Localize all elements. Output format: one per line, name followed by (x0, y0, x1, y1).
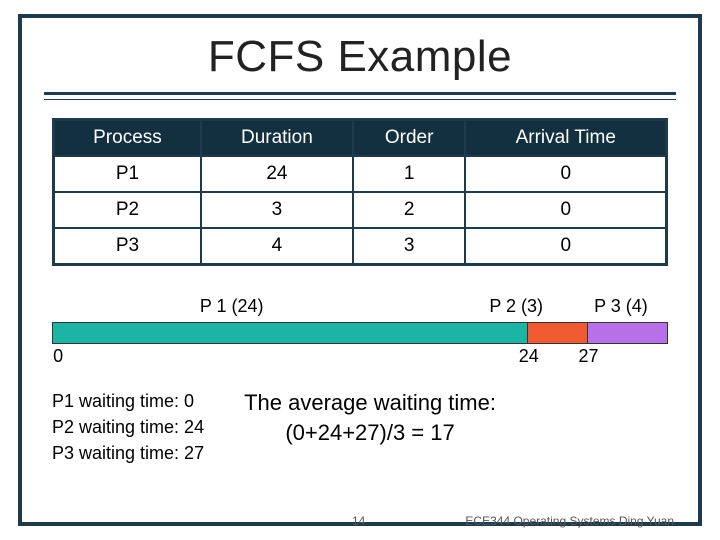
slide-frame: FCFS Example Process Duration Order Arri… (18, 14, 702, 526)
gantt-ticks: 0 24 27 (52, 346, 668, 370)
gantt-seg-p1 (53, 323, 528, 343)
waiting-times-list: P1 waiting time: 0 P2 waiting time: 24 P… (52, 388, 204, 466)
avg-waiting-time: The average waiting time: (0+24+27)/3 = … (244, 388, 496, 447)
tick-27: 27 (579, 346, 599, 367)
divider-thick (44, 92, 676, 95)
cell-process: P3 (54, 228, 201, 265)
wait-p3: P3 waiting time: 27 (52, 440, 204, 466)
tick-0: 0 (53, 346, 63, 367)
process-table: Process Duration Order Arrival Time P1 2… (52, 118, 668, 266)
table-row: P1 24 1 0 (54, 156, 667, 192)
gantt-chart: P 1 (24) P 2 (3) P 3 (4) 0 24 27 (52, 296, 668, 370)
gantt-label-p1: P 1 (24) (200, 296, 264, 317)
gantt-label-p3: P 3 (4) (594, 296, 648, 317)
table-row: P2 3 2 0 (54, 192, 667, 228)
cell-arrival: 0 (465, 228, 666, 265)
cell-order: 3 (353, 228, 466, 265)
cell-duration: 24 (201, 156, 353, 192)
table-row: P3 4 3 0 (54, 228, 667, 265)
col-process: Process (54, 120, 201, 157)
avg-line-2: (0+24+27)/3 = 17 (244, 418, 496, 448)
wait-p2: P2 waiting time: 24 (52, 414, 204, 440)
content-area: Process Duration Order Arrival Time P1 2… (22, 100, 698, 466)
cell-order: 2 (353, 192, 466, 228)
tick-24: 24 (519, 346, 539, 367)
gantt-bar (52, 322, 668, 344)
cell-order: 1 (353, 156, 466, 192)
cell-process: P1 (54, 156, 201, 192)
col-duration: Duration (201, 120, 353, 157)
gantt-label-p2: P 2 (3) (489, 296, 543, 317)
gantt-seg-p2 (528, 323, 588, 343)
avg-line-1: The average waiting time: (244, 388, 496, 418)
slide-title: FCFS Example (22, 32, 698, 82)
gantt-top-labels: P 1 (24) P 2 (3) P 3 (4) (52, 296, 668, 322)
cell-duration: 3 (201, 192, 353, 228)
waiting-times-area: P1 waiting time: 0 P2 waiting time: 24 P… (52, 388, 668, 466)
cell-duration: 4 (201, 228, 353, 265)
table-header-row: Process Duration Order Arrival Time (54, 120, 667, 157)
page-number: 14 (352, 514, 365, 528)
course-info: ECE344 Operating Systems Ding Yuan (465, 514, 674, 528)
col-arrival: Arrival Time (465, 120, 666, 157)
wait-p1: P1 waiting time: 0 (52, 388, 204, 414)
cell-arrival: 0 (465, 156, 666, 192)
col-order: Order (353, 120, 466, 157)
cell-process: P2 (54, 192, 201, 228)
cell-arrival: 0 (465, 192, 666, 228)
gantt-seg-p3 (588, 323, 667, 343)
